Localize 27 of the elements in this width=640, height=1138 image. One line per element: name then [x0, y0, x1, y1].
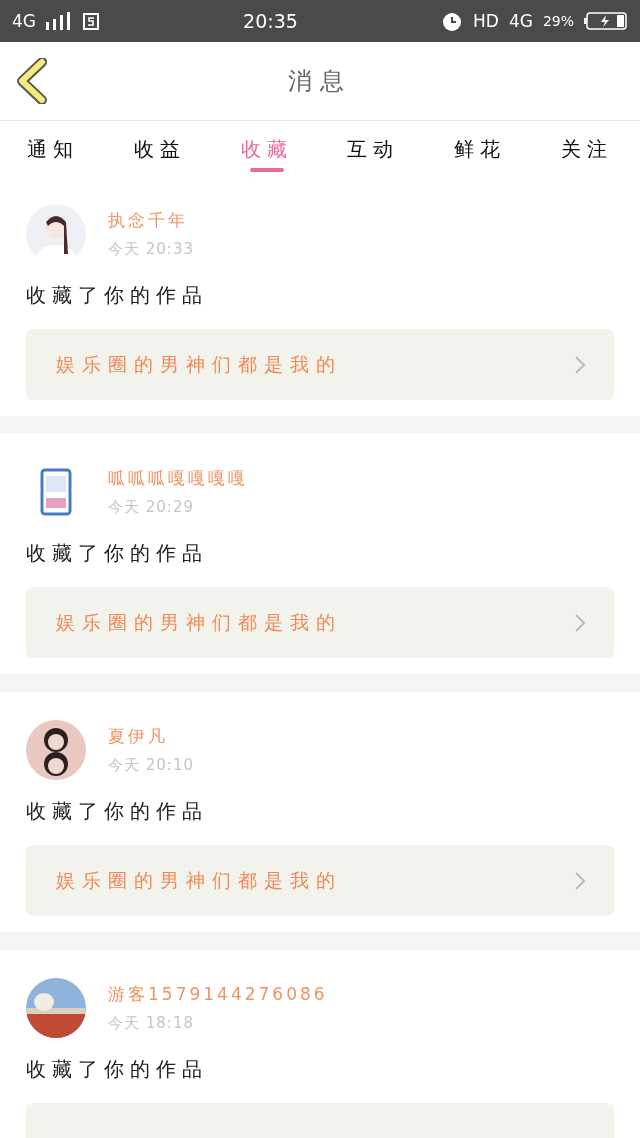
- battery-percent: 29%: [542, 13, 574, 29]
- network-type: 4G: [12, 11, 36, 31]
- message-time: 今天 20:10: [108, 756, 194, 775]
- tab[interactable]: 收藏: [213, 121, 320, 176]
- user-name[interactable]: 执念千年: [108, 209, 194, 232]
- user-name[interactable]: 游客1579144276086: [108, 983, 328, 1006]
- user-name[interactable]: 呱呱呱嘎嘎嘎嘎: [108, 467, 248, 490]
- tab[interactable]: 关注: [533, 121, 640, 176]
- tab[interactable]: 鲜花: [426, 121, 534, 176]
- message-text: 收藏了你的作品: [26, 1056, 209, 1083]
- tab[interactable]: 通知: [0, 121, 107, 176]
- message-text: 收藏了你的作品: [26, 798, 209, 825]
- tab[interactable]: 收益: [106, 121, 214, 176]
- work-link[interactable]: 娱乐圈的男神们都是我的: [26, 845, 614, 916]
- message-text: 收藏了你的作品: [26, 282, 209, 309]
- message-time: 今天 18:18: [108, 1014, 195, 1033]
- user-name[interactable]: 夏伊凡: [108, 725, 194, 748]
- tab[interactable]: 互动: [320, 121, 427, 176]
- work-link[interactable]: 娱乐圈的男神们都是我的: [26, 329, 614, 400]
- work-link[interactable]: 娱乐圈的男神们都是我的: [26, 587, 614, 658]
- message-time: 今天 20:33: [108, 240, 194, 259]
- data-indicator: 4G: [508, 11, 533, 31]
- hd-indicator: HD: [473, 11, 499, 31]
- message-time: 今天 20:29: [108, 498, 195, 517]
- message-text: 收藏了你的作品: [26, 540, 209, 567]
- clock: 20:35: [242, 10, 299, 32]
- page-title: 消息: [287, 66, 353, 97]
